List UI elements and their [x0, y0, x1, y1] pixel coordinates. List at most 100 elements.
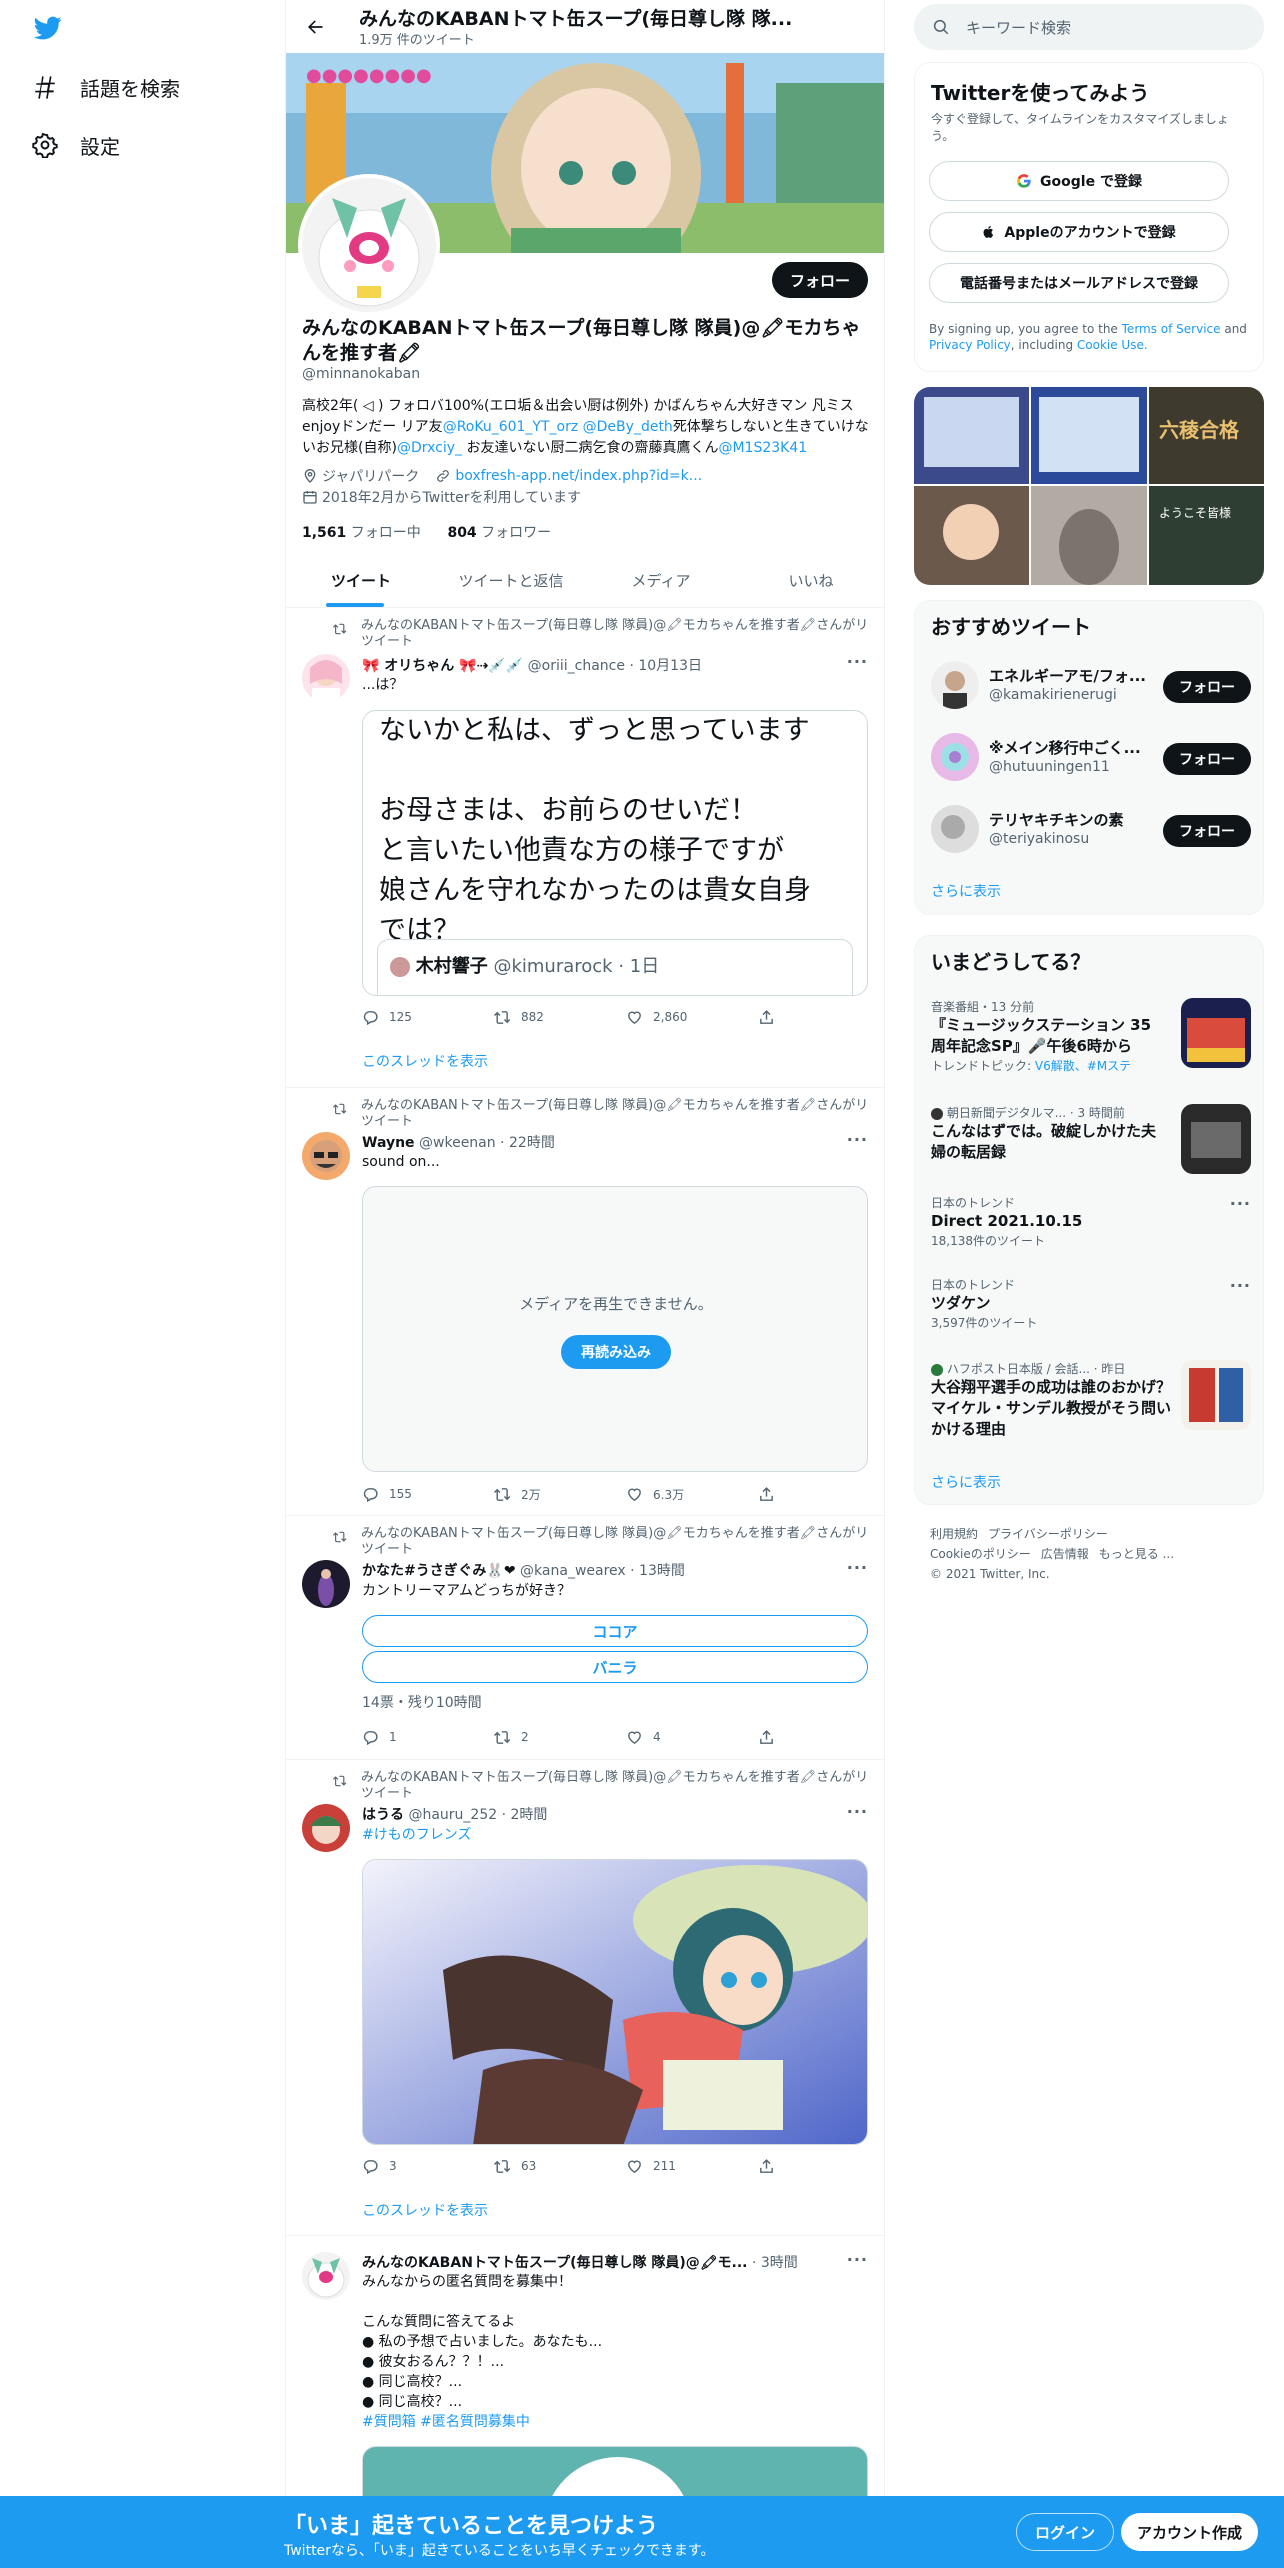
reply-button[interactable]: 125	[362, 1007, 494, 1027]
tweet-author-name[interactable]: 🎀 オリちゃん 🎀⇢💉💉	[362, 658, 523, 674]
phone-email-signup-button[interactable]: 電話番号またはメールアドレスで登録	[929, 263, 1229, 303]
more-icon[interactable]: ···	[847, 1558, 868, 1577]
terms-of-service-link[interactable]: Terms of Service	[1122, 322, 1221, 336]
like-button[interactable]: 211	[626, 2156, 758, 2176]
tweet-time[interactable]: 10月13日	[638, 658, 702, 674]
back-button[interactable]	[300, 12, 330, 42]
tweet-author-handle[interactable]: @wkeenan	[419, 1135, 496, 1151]
like-button[interactable]: 4	[626, 1727, 758, 1747]
quote-image-card[interactable]: ないかと私は、ずっと思っています お母さまは、お前らのせいだ！ と言いたい他責な…	[362, 710, 868, 996]
nav-settings[interactable]: 設定	[32, 125, 120, 165]
tweet[interactable]: みんなのKABANトマト缶スープ(毎日尊し隊 隊員)@🖍モカちゃんを推す者🖍さん…	[286, 1088, 884, 1516]
ads-info-link[interactable]: 広告情報	[1041, 1547, 1089, 1561]
reload-button[interactable]: 再読み込み	[561, 1335, 671, 1369]
like-button[interactable]: 6.3万	[626, 1484, 758, 1504]
trend-item[interactable]: ハフポスト日本版 / 会話... · 昨日 大谷翔平選手の成功は誰のおかげ？ マ…	[931, 1360, 1251, 1450]
bio-mention-4[interactable]: @M1S23K41	[718, 440, 807, 456]
share-button[interactable]	[758, 2156, 798, 2176]
avatar[interactable]	[302, 1560, 350, 1608]
follow-button[interactable]: フォロー	[771, 262, 868, 298]
avatar[interactable]	[302, 1804, 350, 1852]
tab-likes[interactable]: いいね	[736, 554, 884, 607]
login-button[interactable]: ログイン	[1016, 2513, 1115, 2551]
terms-link[interactable]: 利用規約	[930, 1527, 978, 1541]
trend-item[interactable]: 音楽番組・13 分前 『ミュージックステーション 35周年記念SP』🎤午後6時か…	[931, 998, 1251, 1088]
more-link[interactable]: もっと見る ...	[1099, 1547, 1174, 1561]
poll-option-2[interactable]: バニラ	[362, 1651, 868, 1683]
tab-tweets[interactable]: ツイート	[286, 554, 436, 607]
more-icon[interactable]: ···	[847, 652, 868, 671]
twitter-logo-icon[interactable]	[32, 14, 64, 42]
privacy-policy-link[interactable]: Privacy Policy	[929, 338, 1011, 352]
show-more-link[interactable]: さらに表示	[931, 881, 1001, 901]
tweet-author-name[interactable]: Wayne	[362, 1135, 415, 1151]
more-icon[interactable]: ···	[1230, 1194, 1251, 1213]
follow-button[interactable]: フォロー	[1163, 671, 1251, 703]
trend-item[interactable]: 日本のトレンド ツダケン 3,597件のツイート ···	[931, 1276, 1251, 1346]
more-icon[interactable]: ···	[847, 1802, 868, 1821]
nav-explore[interactable]: 話題を検索	[32, 67, 180, 107]
show-thread-link[interactable]: このスレッドを表示	[362, 1051, 488, 1071]
follow-button[interactable]: フォロー	[1163, 815, 1251, 847]
reply-button[interactable]: 1	[362, 1727, 494, 1747]
tweet-time[interactable]: 2時間	[511, 1807, 548, 1823]
tweet[interactable]: みんなのKABANトマト缶スープ(毎日尊し隊 隊員)@🖍モカちゃんを推す者🖍さん…	[286, 608, 884, 1088]
tab-tweets-replies[interactable]: ツイートと返信	[436, 554, 586, 607]
recommended-account[interactable]: ※メイン移行中ごく... @hutuuningen11 フォロー	[931, 733, 1251, 785]
tweet[interactable]: みんなのKABANトマト缶スープ(毎日尊し隊 隊員)@🖍モカちゃんを推す者🖍さん…	[286, 1516, 884, 1760]
trend-item[interactable]: 朝日新聞デジタルマ... · 3 時間前 こんなはずでは。破綻しかけた夫婦の転居…	[931, 1104, 1251, 1178]
tweet-time[interactable]: 3時間	[761, 2255, 798, 2271]
share-button[interactable]	[758, 1007, 798, 1027]
retweet-button[interactable]: 2万	[494, 1484, 626, 1504]
more-icon[interactable]: ···	[1230, 1276, 1251, 1295]
like-button[interactable]: 2,860	[626, 1007, 758, 1027]
bio-mention-1[interactable]: @RoKu_601_YT_orz	[443, 419, 579, 435]
retweet-button[interactable]: 2	[494, 1727, 626, 1747]
trend-item[interactable]: 日本のトレンド Direct 2021.10.15 18,138件のツイート ·…	[931, 1194, 1251, 1264]
google-signup-button[interactable]: Google で登録	[929, 161, 1229, 201]
avatar[interactable]	[302, 2252, 350, 2300]
tweet-author-name[interactable]: みんなのKABANトマト缶スープ(毎日尊し隊 隊員)@🖍モ...	[362, 2255, 747, 2271]
quoted-tweet[interactable]: 木村響子 @kimurarock · 1日	[377, 939, 853, 995]
following-link[interactable]: 1,561 フォロー中	[302, 525, 421, 541]
tweet-time[interactable]: 22時間	[509, 1135, 555, 1151]
trend-topic-links[interactable]: V6解散、#Mステ	[1035, 1059, 1131, 1073]
more-icon[interactable]: ···	[847, 1130, 868, 1149]
share-button[interactable]	[758, 1727, 798, 1747]
poll-option-1[interactable]: ココア	[362, 1615, 868, 1647]
tweet-time[interactable]: 13時間	[639, 1563, 685, 1579]
profile-avatar[interactable]	[298, 174, 440, 316]
tweet-author-handle[interactable]: @oriii_chance	[528, 658, 625, 674]
media-card[interactable]: メディアを再生できません。 再読み込み	[362, 1186, 868, 1472]
tweet-author-handle[interactable]: @hauru_252	[408, 1807, 497, 1823]
share-button[interactable]	[758, 1484, 798, 1504]
privacy-link[interactable]: プライバシーポリシー	[988, 1527, 1108, 1541]
followers-link[interactable]: 804 フォロワー	[447, 525, 551, 541]
tweet-image[interactable]	[362, 1859, 868, 2145]
tweet[interactable]: みんなのKABANトマト缶スープ(毎日尊し隊 隊員)@🖍モカちゃんを推す者🖍さん…	[286, 1760, 884, 2236]
tweet-author-handle[interactable]: @kana_wearex	[520, 1563, 626, 1579]
recommended-account[interactable]: テリヤキチキンの素 @teriyakinosu フォロー	[931, 805, 1251, 857]
bio-mention-2[interactable]: @DeBy_deth	[583, 419, 673, 435]
tweet-author-name[interactable]: はうる	[362, 1807, 404, 1823]
tweet-author-name[interactable]: かなた#うさぎぐみ🐰❤	[362, 1563, 516, 1579]
cookie-link[interactable]: Cookieのポリシー	[930, 1547, 1031, 1561]
retweet-button[interactable]: 882	[494, 1007, 626, 1027]
media-grid[interactable]: 六稜合格 ようこそ皆様	[914, 387, 1264, 585]
follow-button[interactable]: フォロー	[1163, 743, 1251, 775]
tweet-hashtag[interactable]: #けものフレンズ	[362, 1825, 862, 1845]
reply-button[interactable]: 155	[362, 1484, 494, 1504]
recommended-account[interactable]: エネルギーアモ/フォ... @kamakirienerugi フォロー	[931, 661, 1251, 713]
tab-media[interactable]: メディア	[586, 554, 736, 607]
apple-signup-button[interactable]: Appleのアカウントで登録	[929, 212, 1229, 252]
tweet-hashtags[interactable]: #質問箱 #匿名質問募集中	[362, 2412, 862, 2432]
url-link[interactable]: boxfresh-app.net/index.php?id=k...	[455, 468, 702, 484]
more-icon[interactable]: ···	[847, 2250, 868, 2269]
avatar[interactable]	[302, 1132, 350, 1180]
reply-button[interactable]: 3	[362, 2156, 494, 2176]
show-more-link[interactable]: さらに表示	[931, 1472, 1001, 1492]
signup-button[interactable]: アカウント作成	[1121, 2513, 1259, 2551]
bio-mention-3[interactable]: @Drxciy_	[397, 440, 462, 456]
cookie-use-link[interactable]: Cookie Use.	[1077, 338, 1148, 352]
profile-url[interactable]: boxfresh-app.net/index.php?id=k...	[435, 468, 702, 484]
